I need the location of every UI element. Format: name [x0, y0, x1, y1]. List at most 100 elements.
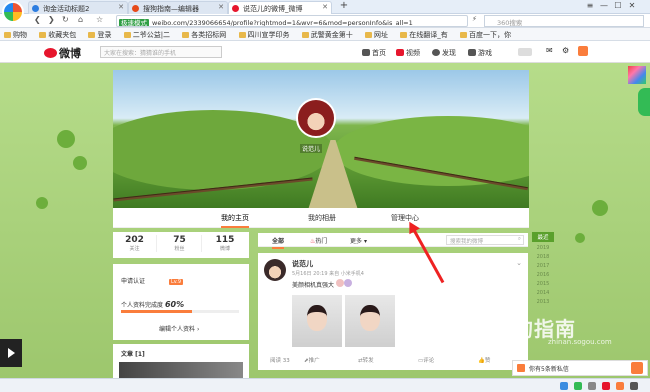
bookmark-item[interactable]: 登录 — [88, 30, 111, 40]
browser-tab-3[interactable]: 说范儿的微博_微博 ✕ — [228, 1, 332, 14]
browser-mode-badge[interactable]: 极速模式 — [119, 19, 149, 26]
compose-icon[interactable] — [578, 46, 588, 56]
search-icon[interactable]: ⌕ — [518, 236, 521, 243]
bookmark-item[interactable]: 四川宣学印务 — [238, 30, 290, 40]
post-photo[interactable] — [345, 295, 395, 347]
tab-my-home[interactable]: 我的主页 — [221, 213, 249, 228]
post-like-button[interactable]: 👍赞 — [478, 356, 490, 364]
floating-video-player[interactable] — [0, 339, 22, 367]
feed-tab-hot[interactable]: ♨热门 — [310, 236, 327, 245]
stat-posts[interactable]: 115 微博 — [203, 235, 247, 252]
weibo-logo[interactable]: 微博 — [44, 45, 81, 61]
stat-following[interactable]: 202 关注 — [113, 235, 157, 252]
post-views: 阅读 33 — [270, 358, 290, 364]
status-download-icon[interactable] — [560, 382, 568, 390]
post-promote-button[interactable]: ⬈推广 — [304, 356, 320, 364]
mail-icon[interactable]: ✉ — [546, 46, 553, 55]
emoji-icon — [335, 279, 344, 287]
forward-icon[interactable]: ❯ — [48, 15, 55, 24]
verify-link[interactable]: 申请认证 Lv.9 — [121, 276, 184, 285]
tab-label: 搜狗指南—编辑器 — [143, 5, 199, 13]
side-widget-icon[interactable] — [628, 66, 646, 84]
url-field[interactable]: 极速模式 weibo.com/2339066654/profile?rightmo… — [116, 15, 468, 27]
timeline-head[interactable]: 最近 — [532, 232, 554, 242]
level-badge[interactable]: Lv.9 — [168, 279, 184, 285]
maximize-icon[interactable]: ☐ — [612, 1, 624, 10]
status-menu-icon[interactable] — [630, 382, 638, 390]
side-toggle-button[interactable] — [638, 88, 650, 116]
nav-home[interactable]: 首页 — [362, 48, 386, 58]
timeline-year[interactable]: 2018 — [532, 254, 554, 260]
bookmark-item[interactable]: 在线翻译_有 — [400, 30, 448, 40]
status-volume-icon[interactable] — [588, 382, 596, 390]
address-bar: ❮ ❯ ↻ ⌂ ☆ 极速模式 weibo.com/2339066654/profi… — [0, 14, 650, 28]
stat-followers[interactable]: 75 粉丝 — [158, 235, 202, 252]
post-author[interactable]: 说范儿 — [292, 259, 313, 269]
post-avatar[interactable] — [264, 259, 286, 281]
timeline-year[interactable]: 2016 — [532, 272, 554, 278]
new-tab-button[interactable]: + — [338, 0, 350, 11]
edit-profile-link[interactable]: 编辑个人资料 › — [159, 324, 199, 333]
gear-icon[interactable]: ⚙ — [562, 46, 569, 55]
feed-search-input[interactable]: 搜索我的微博 ⌕ — [446, 235, 524, 245]
feed-tab-more[interactable]: 更多 ▾ — [350, 236, 367, 245]
bookmark-item[interactable]: 网址 — [365, 30, 388, 40]
bookmark-item[interactable]: 各类招标网 — [182, 30, 226, 40]
bookmark-item[interactable]: 二爷公益|二 — [123, 30, 170, 40]
bookmark-item[interactable]: 武警黄金第十 — [301, 30, 353, 40]
tab-my-album[interactable]: 我的相册 — [308, 213, 336, 223]
bookmark-label: 各类招标网 — [191, 31, 227, 39]
chat-open-icon[interactable] — [631, 362, 643, 374]
lightning-icon[interactable]: ⚡ — [472, 15, 477, 23]
post-photo[interactable] — [292, 295, 342, 347]
feed-tab-all[interactable]: 全部 — [272, 236, 285, 249]
feed-post: 说范儿 5月16日 20:19 来自 小米手机4 美颜相机真强大 ⌄ 阅读 33… — [258, 253, 528, 370]
close-icon[interactable]: ✕ — [118, 3, 124, 11]
timeline-year[interactable]: 2019 — [532, 245, 554, 251]
bookmark-label: 四川宣学印务 — [247, 31, 290, 39]
weibo-search-input[interactable]: 大家在搜索：猜猜谁的手机 — [100, 46, 222, 58]
profile-avatar[interactable] — [296, 98, 336, 138]
status-zoom-icon[interactable] — [616, 382, 624, 390]
cover-hill — [333, 116, 529, 186]
timeline-year[interactable]: 2013 — [532, 299, 554, 305]
post-repost-button[interactable]: ⇄转发 — [358, 356, 374, 364]
status-security-icon[interactable] — [574, 382, 582, 390]
minimize-icon[interactable]: — — [598, 1, 610, 10]
refresh-icon[interactable]: ↻ — [62, 15, 69, 24]
browser-search-input[interactable]: 360搜索 — [484, 15, 644, 27]
play-icon[interactable] — [8, 348, 15, 358]
status-notify-icon[interactable] — [602, 382, 610, 390]
article-title[interactable]: 文章 [1] — [121, 349, 145, 358]
folder-icon — [182, 32, 190, 38]
star-icon[interactable]: ☆ — [96, 15, 103, 24]
home-icon[interactable]: ⌂ — [78, 15, 83, 24]
browser-tab-1[interactable]: 询金活动标题2 ✕ — [28, 1, 128, 14]
nav-video[interactable]: 视频 — [396, 48, 420, 58]
nav-discover[interactable]: 发现 — [432, 48, 456, 58]
close-icon[interactable]: ✕ — [218, 3, 224, 11]
bookmark-label: 登录 — [97, 31, 112, 39]
post-options-chevron-icon[interactable]: ⌄ — [516, 259, 522, 267]
menu-icon[interactable]: ≡ — [584, 1, 596, 10]
private-message-popup[interactable]: 你有5条新私信 — [512, 360, 648, 376]
bookmark-item[interactable]: 购物 — [4, 30, 27, 40]
browser-tab-2[interactable]: 搜狗指南—编辑器 ✕ — [128, 1, 228, 14]
post-comment-button[interactable]: ▭评论 — [418, 356, 434, 364]
timeline-year[interactable]: 2017 — [532, 263, 554, 269]
timeline-year[interactable]: 2014 — [532, 290, 554, 296]
close-window-icon[interactable]: ✕ — [626, 1, 638, 10]
stat-number: 115 — [215, 235, 235, 245]
timeline-year[interactable]: 2015 — [532, 281, 554, 287]
post-meta[interactable]: 5月16日 20:19 来自 小米手机4 — [292, 270, 364, 277]
article-thumbnail[interactable] — [119, 362, 243, 378]
close-icon[interactable]: ✕ — [322, 3, 328, 11]
tab-favicon-icon — [232, 5, 239, 12]
article-card: 文章 [1] — [113, 344, 249, 378]
back-icon[interactable]: ❮ — [34, 15, 41, 24]
bookmark-item[interactable]: 收藏夹包 — [39, 30, 76, 40]
bookmark-item[interactable]: 百度一下，你 — [459, 30, 511, 40]
user-name-blurred[interactable] — [518, 48, 532, 56]
profile-name: 说范儿 — [300, 144, 323, 153]
nav-games[interactable]: 游戏 — [468, 48, 492, 58]
